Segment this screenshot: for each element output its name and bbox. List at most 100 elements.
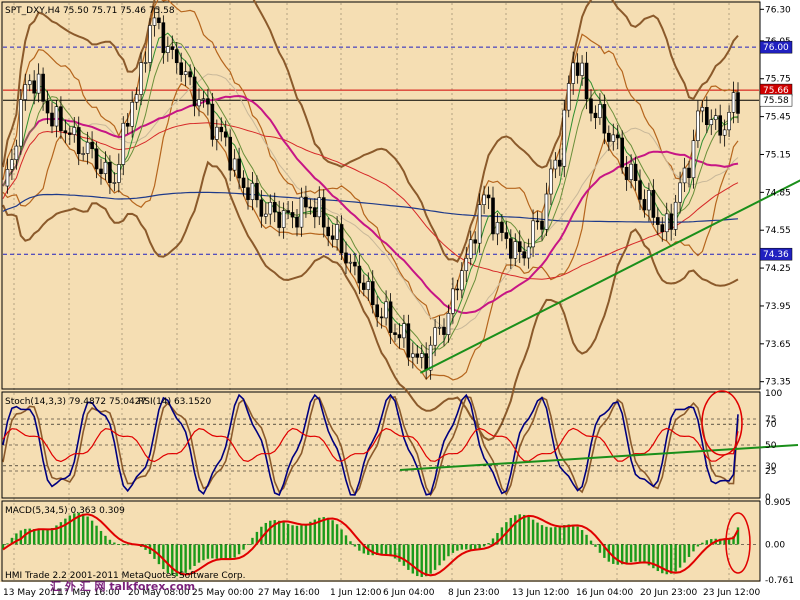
candle-body: [130, 101, 134, 127]
macd-bar: [184, 544, 187, 573]
candle-body: [468, 239, 473, 259]
price-marker: 74.36: [759, 247, 793, 261]
macd-bar: [251, 537, 254, 545]
candle-body: [268, 201, 273, 215]
macd-bar: [638, 544, 642, 562]
candle-body: [477, 204, 482, 244]
candle-body: [664, 213, 669, 233]
macd-bar: [629, 544, 633, 563]
candle-body: [134, 94, 139, 103]
time-axis-label: 8 Jun 23:00: [448, 588, 500, 598]
candle-body: [121, 122, 126, 165]
candle-body: [304, 196, 308, 208]
candle-body: [571, 62, 575, 84]
candle-body: [673, 201, 678, 230]
candle-body: [651, 189, 656, 218]
candle-body: [593, 112, 598, 119]
candle-body: [59, 106, 63, 132]
candle-body: [321, 197, 326, 228]
time-axis-label: 1 Jun 12:00: [330, 588, 382, 598]
price-axis-label: 74.25: [765, 264, 791, 274]
candle-body: [696, 110, 700, 142]
forex-chart: 13 May 201117 May 16:00 20 May 08:00 25 Ma…: [0, 0, 800, 600]
macd-bar: [438, 544, 441, 566]
candle-body: [326, 226, 330, 237]
candle-body: [705, 107, 709, 126]
macd-bar: [349, 541, 352, 545]
candle-body: [206, 98, 210, 105]
macd-bar: [696, 544, 700, 547]
candle-body: [687, 167, 691, 179]
macd-bar: [416, 544, 419, 577]
time-axis-label: 23 Jun 12:00: [703, 588, 760, 598]
macd-bar: [197, 544, 201, 563]
macd-bar: [384, 544, 388, 555]
macd-bar: [612, 544, 615, 564]
candle-body: [250, 182, 255, 200]
price-axis-label: 73.35: [765, 378, 791, 388]
price-marker-label: 75.58: [763, 96, 789, 106]
candle-body: [353, 261, 357, 267]
candle-body: [348, 261, 353, 264]
macd-bar: [122, 544, 125, 546]
macd-bar: [37, 529, 40, 545]
candle-body: [237, 158, 241, 179]
candle-body: [375, 304, 379, 318]
macd-bar: [269, 520, 272, 545]
candle-body: [669, 213, 673, 230]
candle-body: [94, 148, 99, 170]
macd-bar: [286, 523, 290, 545]
candle-body: [509, 238, 513, 259]
candle-body: [112, 182, 117, 184]
macd-bar: [536, 522, 539, 545]
macd-bar: [335, 524, 339, 545]
price-axis-label: 75.15: [765, 150, 791, 160]
time-axis-label: 20 Jun 23:00: [640, 588, 697, 598]
candle-body: [41, 73, 45, 102]
candle-body: [68, 132, 72, 135]
macd-bar: [340, 529, 343, 545]
candle-body: [201, 98, 206, 101]
macd-bar: [478, 544, 481, 549]
candle-body: [482, 194, 486, 205]
macd-bar: [589, 540, 593, 545]
candle-body: [495, 222, 500, 235]
candle-body: [161, 22, 166, 53]
macd-bar: [576, 526, 579, 545]
candle-body: [174, 49, 179, 64]
candle-body: [223, 131, 228, 138]
candle-body: [491, 197, 495, 235]
macd-bar: [585, 534, 588, 545]
macd-bar: [429, 544, 432, 574]
stoch-axis-label: 70: [765, 420, 777, 430]
macd-bar: [206, 544, 210, 559]
macd-bar: [371, 544, 374, 556]
macd-bar: [460, 544, 464, 550]
candle-body: [727, 111, 731, 131]
candle-body: [486, 194, 491, 199]
candle-body: [170, 46, 175, 50]
candle-body: [709, 119, 714, 126]
macd-bar: [291, 525, 294, 545]
candle-body: [624, 166, 629, 180]
macd-bar: [188, 544, 192, 570]
macd-bar: [224, 544, 227, 560]
candle-body: [148, 25, 152, 63]
candle-body: [330, 235, 335, 240]
candle-body: [379, 316, 384, 319]
macd-bar: [580, 530, 584, 545]
macd-bar: [402, 544, 406, 566]
macd-bar: [527, 516, 530, 545]
price-marker: 76.00: [759, 40, 793, 54]
candle-body: [589, 98, 593, 114]
candle-body: [255, 182, 259, 201]
macd-bar: [90, 520, 94, 545]
candle-body: [139, 62, 143, 95]
macd-bar: [433, 544, 437, 570]
macd-bar: [701, 542, 704, 545]
stoch-axis-label: 25: [765, 467, 776, 477]
candle-body: [339, 224, 344, 254]
macd-bar: [469, 544, 472, 550]
candle-body: [246, 187, 250, 200]
macd-bar: [522, 514, 526, 545]
